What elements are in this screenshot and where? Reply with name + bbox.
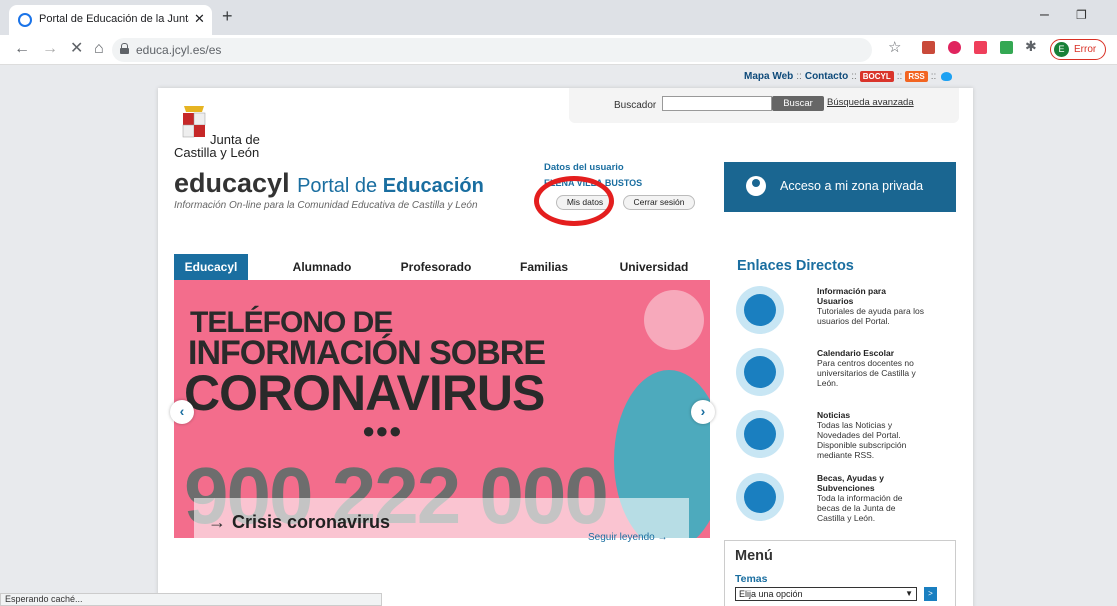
link-desc: Toda la información de becas de la Junta… (817, 493, 903, 523)
portal-title-bold: Educación (382, 175, 484, 197)
read-more-link[interactable]: Seguir leyendo → (588, 532, 668, 543)
logout-button[interactable]: Cerrar sesión (623, 195, 695, 210)
tab-title: Portal de Educación de la Junta d (39, 13, 189, 25)
calendar-icon (736, 348, 784, 396)
page-viewport: Mapa Web:: Contacto:: BOCYL:: RSS:: Buscado… (0, 66, 1117, 606)
user-icon (746, 176, 766, 196)
site-tagline: Información On-line para la Comunidad Ed… (174, 200, 478, 211)
section-tabs: Educacyl Alumnado Profesorado Familias U… (174, 254, 710, 280)
highlight-circle-annotation (534, 176, 614, 226)
new-tab-icon[interactable]: + (222, 6, 233, 27)
temas-go-button[interactable]: > (924, 587, 937, 601)
link-title: Becas, Ayudas y Subvenciones (817, 473, 884, 493)
mapa-web-link[interactable]: Mapa Web (744, 71, 793, 82)
home-icon[interactable]: ⌂ (94, 40, 104, 58)
backpack-icon (736, 473, 784, 521)
search-button[interactable]: Buscar (772, 96, 824, 111)
private-zone-button[interactable]: Acceso a mi zona privada (724, 162, 956, 212)
temas-select-value: Elija una opción (739, 589, 803, 599)
coat-of-arms-icon (182, 106, 206, 138)
stop-icon[interactable]: ✕ (70, 40, 83, 58)
separator: :: (896, 71, 903, 83)
gov-name-line2: Castilla y León (174, 145, 260, 160)
tab-familias[interactable]: Familias (514, 254, 574, 280)
extension-m-icon[interactable] (948, 41, 961, 54)
extensions-puzzle-icon[interactable]: ✱ (1025, 38, 1037, 55)
contacto-link[interactable]: Contacto (805, 71, 848, 82)
megaphone-icon (736, 410, 784, 458)
link-desc: Para centros docentes no universitarios … (817, 358, 916, 388)
portal-title: Portal de Educación (297, 175, 484, 197)
menu-title: Menú (735, 548, 773, 564)
direct-link-users[interactable]: Información para Usuarios Tutoriales de … (736, 286, 966, 346)
separator: :: (930, 71, 937, 83)
rss-link[interactable]: RSS (905, 71, 928, 82)
direct-link-news[interactable]: Noticias Todas las Noticias y Novedades … (736, 410, 966, 470)
carousel-next-icon[interactable]: › (691, 400, 715, 424)
private-zone-label: Acceso a mi zona privada (780, 179, 924, 193)
arrow-right-icon: → (208, 512, 226, 532)
temas-label: Temas (735, 573, 768, 585)
avatar: E (1054, 42, 1069, 57)
separator: :: (796, 71, 802, 83)
brand-name: educacyl (174, 168, 290, 198)
extension-green-icon[interactable] (1000, 41, 1013, 54)
direct-link-scholarships[interactable]: Becas, Ayudas y Subvenciones Toda la inf… (736, 473, 966, 533)
search-input[interactable] (662, 96, 772, 111)
link-desc: Tutoriales de ayuda para los usuarios de… (817, 306, 924, 326)
direct-links-title: Enlaces Directos (737, 258, 854, 274)
extension-pdf-icon[interactable] (922, 41, 935, 54)
browser-tab-bar: Portal de Educación de la Junta d ✕ + – … (0, 0, 1117, 35)
banner-caption[interactable]: → Crisis coronavirus (194, 498, 689, 556)
direct-link-calendar[interactable]: Calendario Escolar Para centros docentes… (736, 348, 966, 408)
minimize-icon[interactable]: – (1040, 6, 1049, 24)
lock-icon (120, 43, 129, 54)
profile-button[interactable]: E Error (1050, 39, 1106, 60)
tab-alumnado[interactable]: Alumnado (284, 254, 360, 280)
lifebuoy-icon (736, 286, 784, 334)
back-icon[interactable]: ← (14, 40, 30, 58)
chevron-down-icon: ▼ (905, 589, 913, 598)
carousel-prev-icon[interactable]: ‹ (170, 400, 194, 424)
portal-title-pre: Portal de (297, 175, 378, 197)
site-logo[interactable]: educacyl Portal de Educación (174, 168, 484, 199)
bocyl-link[interactable]: BOCYL (859, 71, 894, 82)
twitter-icon[interactable] (941, 72, 953, 81)
temas-select[interactable]: Elija una opción ▼ (735, 587, 917, 601)
site-favicon-icon (18, 13, 32, 27)
tab-profesorado[interactable]: Profesorado (394, 254, 478, 280)
extension-pocket-icon[interactable] (974, 41, 987, 54)
link-title: Información para Usuarios (817, 286, 886, 306)
main-card: Buscador Buscar Búsqueda avanzada Junta … (158, 88, 973, 606)
browser-status-bar: Esperando caché... (0, 593, 382, 606)
virus-dots-icon: ●●● (362, 418, 402, 443)
virus-decoration (644, 290, 704, 350)
separator: :: (851, 71, 857, 83)
menu-panel: Menú Temas Elija una opción ▼ > (724, 540, 956, 606)
address-bar[interactable]: educa.jcyl.es/es (112, 38, 872, 62)
profile-status: Error (1074, 44, 1097, 55)
search-label: Buscador (614, 100, 657, 111)
tab-educacyl[interactable]: Educacyl (174, 254, 248, 280)
forward-icon[interactable]: → (42, 40, 58, 58)
top-links: Mapa Web:: Contacto:: BOCYL:: RSS:: (744, 71, 953, 83)
restore-icon[interactable]: ❐ (1076, 8, 1087, 22)
search-panel: Buscador Buscar Búsqueda avanzada (569, 88, 959, 123)
advanced-search-link[interactable]: Búsqueda avanzada (827, 97, 914, 108)
banner-line3: CORONAVIRUS (184, 365, 545, 421)
close-tab-icon[interactable]: ✕ (194, 11, 205, 27)
user-data-title: Datos del usuario (544, 162, 624, 173)
browser-tab[interactable]: Portal de Educación de la Junta d ✕ (9, 5, 212, 35)
bookmark-star-icon[interactable]: ☆ (888, 38, 901, 56)
url-text: educa.jcyl.es/es (136, 43, 222, 57)
tab-universidad[interactable]: Universidad (606, 254, 702, 280)
link-desc: Todas las Noticias y Novedades del Porta… (817, 420, 907, 460)
banner-caption-title: Crisis coronavirus (232, 512, 391, 532)
link-title: Calendario Escolar (817, 348, 895, 358)
link-title: Noticias (817, 410, 851, 420)
